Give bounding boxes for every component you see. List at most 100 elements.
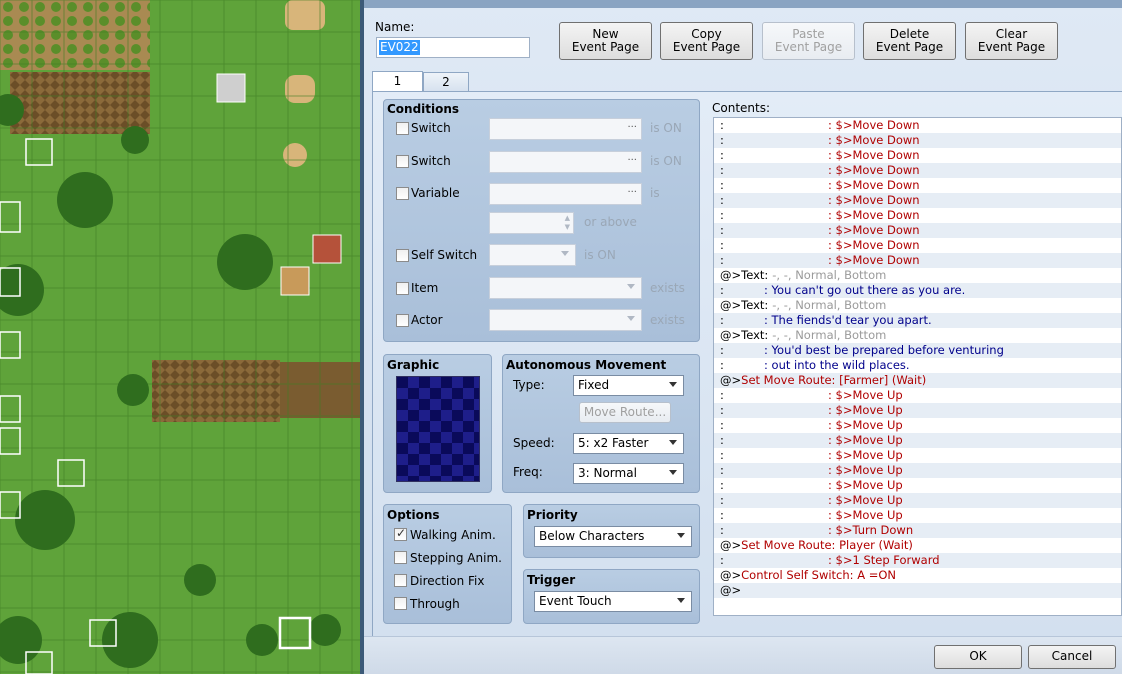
spinner-down-icon[interactable]: ▼ — [565, 223, 570, 231]
command-row[interactable]: @>Text: -, -, Normal, Bottom — [714, 298, 1121, 313]
direction-fix-checkbox[interactable] — [394, 574, 407, 587]
event-sprite-statue[interactable] — [216, 73, 246, 103]
command-row[interactable]: @>Set Move Route: Player (Wait) — [714, 538, 1121, 553]
command-row[interactable]: :: $>Move Down — [714, 178, 1121, 193]
command-row[interactable]: :: $>Move Down — [714, 238, 1121, 253]
item-select[interactable] — [489, 277, 642, 299]
move-route-button[interactable]: Move Route... — [579, 402, 671, 423]
clear-event-page-button[interactable]: Clear Event Page — [965, 22, 1058, 60]
variable-checkbox[interactable] — [396, 187, 409, 200]
command-row[interactable]: :: $>Move Up — [714, 418, 1121, 433]
command-row[interactable]: :: $>Move Down — [714, 193, 1121, 208]
command-text: : $>Move Up — [828, 388, 903, 402]
command-text: : $>Move Up — [828, 433, 903, 447]
name-input[interactable]: EV022 — [376, 37, 530, 58]
command-text: : $>Move Down — [828, 148, 920, 162]
switch1-select[interactable]: ... — [489, 118, 642, 140]
move-type-label: Type: — [513, 378, 545, 392]
command-row[interactable]: :: $>Move Down — [714, 148, 1121, 163]
switch2-checkbox[interactable] — [396, 155, 409, 168]
move-freq-select[interactable]: 3: Normal — [573, 463, 684, 484]
trigger-select[interactable]: Event Touch — [534, 591, 692, 612]
priority-panel: Priority Below Characters — [523, 504, 700, 558]
item-chevron-down-icon — [627, 284, 635, 289]
command-row[interactable]: : : $>Move Up — [714, 433, 1121, 448]
through-checkbox[interactable] — [394, 597, 407, 610]
command-row[interactable]: :: You can't go out there as you are. — [714, 283, 1121, 298]
command-row[interactable]: :: $>Move Down — [714, 223, 1121, 238]
command-row[interactable]: :: $>Turn Down — [714, 523, 1121, 538]
command-prefix: : — [720, 313, 724, 327]
command-row[interactable]: :: $>1 Step Forward — [714, 553, 1121, 568]
new-event-page-button[interactable]: New Event Page — [559, 22, 652, 60]
map-tiles[interactable] — [0, 0, 360, 674]
graphic-preview[interactable] — [396, 376, 480, 482]
map-view[interactable] — [0, 0, 360, 674]
command-prefix: : — [720, 478, 724, 492]
command-row[interactable]: :: out into the wild places. — [714, 358, 1121, 373]
self-switch-chevron-down-icon — [561, 251, 569, 256]
command-row[interactable]: :: $>Move Up — [714, 508, 1121, 523]
variable-value-spinner[interactable]: ▲ ▼ — [489, 212, 574, 234]
command-row[interactable]: :: $>Move Down — [714, 133, 1121, 148]
command-row[interactable]: @>Control Self Switch: A =ON — [714, 568, 1121, 583]
command-text: -, -, Normal, Bottom — [772, 298, 887, 312]
delete-event-page-button[interactable]: Delete Event Page — [863, 22, 956, 60]
command-row[interactable]: :: $>Move Down — [714, 163, 1121, 178]
command-row[interactable]: :: $>Move Down — [714, 208, 1121, 223]
self-switch-select[interactable] — [489, 244, 576, 266]
event-sprite-villager[interactable] — [280, 266, 310, 296]
command-row[interactable]: @> — [714, 583, 1121, 598]
switch2-dots: ... — [627, 152, 637, 163]
conditions-panel: Conditions Switch ... is ON Switch ... i… — [383, 99, 700, 342]
actor-exists: exists — [650, 313, 685, 327]
command-row[interactable]: :: $>Move Down — [714, 253, 1121, 268]
command-prefix: : — [720, 433, 724, 447]
command-prefix: : — [720, 253, 724, 267]
ok-button[interactable]: OK — [934, 645, 1022, 669]
command-row[interactable]: :: $>Move Up — [714, 403, 1121, 418]
event-command-list[interactable]: :: $>Move Down:: $>Move Down:: $>Move Do… — [713, 117, 1122, 616]
stepping-anim-checkbox[interactable] — [394, 551, 407, 564]
delete-event-page-line2: Event Page — [875, 40, 944, 54]
command-prefix: : — [720, 388, 724, 402]
walking-anim-checkbox[interactable]: ✓ — [394, 526, 407, 541]
copy-event-page-button[interactable]: Copy Event Page — [660, 22, 753, 60]
command-prefix: : — [720, 283, 724, 297]
command-row[interactable]: :: You'd best be prepared before venturi… — [714, 343, 1121, 358]
command-row[interactable]: :: $>Move Up — [714, 448, 1121, 463]
actor-checkbox[interactable] — [396, 314, 409, 327]
self-switch-checkbox[interactable] — [396, 249, 409, 262]
priority-select[interactable]: Below Characters — [534, 526, 692, 547]
tab-page-2[interactable]: 2 — [423, 72, 469, 91]
move-type-select[interactable]: Fixed — [573, 375, 684, 396]
move-speed-select[interactable]: 5: x2 Faster — [573, 433, 684, 454]
switch2-select[interactable]: ... — [489, 151, 642, 173]
event-sprite-farmer[interactable] — [312, 234, 342, 264]
command-row[interactable]: @>Text: -, -, Normal, Bottom — [714, 268, 1121, 283]
command-text: Control Self Switch: A =ON — [741, 568, 897, 582]
item-checkbox[interactable] — [396, 282, 409, 295]
graphic-title: Graphic — [387, 358, 440, 372]
variable-select[interactable]: ... — [489, 183, 642, 205]
command-text: : $>Move Up — [828, 418, 903, 432]
spinner-up-icon[interactable]: ▲ — [565, 214, 570, 222]
switch1-checkbox[interactable] — [396, 122, 409, 135]
command-row[interactable]: :: $>Move Up — [714, 493, 1121, 508]
command-row[interactable]: : : $>Move Up — [714, 388, 1121, 403]
command-prefix: : — [720, 403, 724, 417]
actor-select[interactable] — [489, 309, 642, 331]
command-row[interactable]: :: $>Move Up — [714, 463, 1121, 478]
command-row[interactable]: :: $>Move Up — [714, 478, 1121, 493]
command-row[interactable]: @>Set Move Route: [Farmer] (Wait) — [714, 373, 1121, 388]
paste-event-page-button[interactable]: Paste Event Page — [762, 22, 855, 60]
cancel-button[interactable]: Cancel — [1028, 645, 1116, 669]
command-row[interactable]: :: The fiends'd tear you apart. — [714, 313, 1121, 328]
trigger-value: Event Touch — [539, 594, 612, 608]
tab-page-1[interactable]: 1 — [372, 71, 423, 92]
command-row[interactable]: :: $>Move Down — [714, 118, 1121, 133]
command-prefix: : — [720, 448, 724, 462]
command-text: -, -, Normal, Bottom — [772, 328, 887, 342]
command-text: : $>Turn Down — [828, 523, 914, 537]
command-row[interactable]: @>Text: -, -, Normal, Bottom — [714, 328, 1121, 343]
